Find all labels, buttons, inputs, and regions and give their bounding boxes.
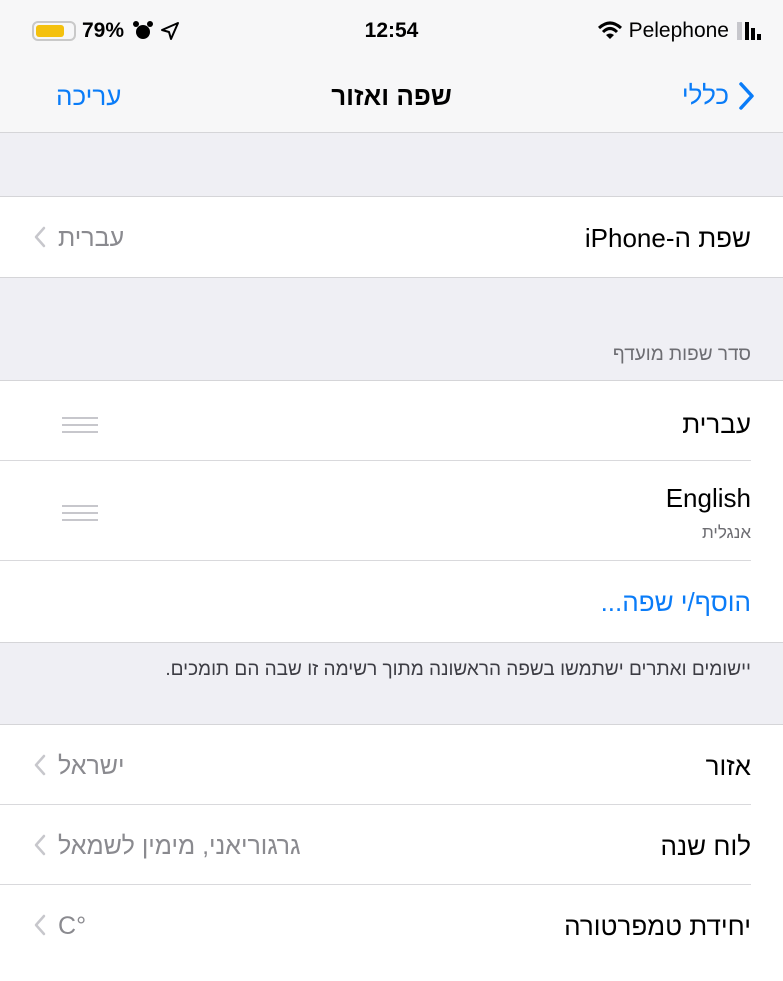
calendar-row[interactable]: לוח שנה גרגוריאני, מימין לשמאל <box>0 805 783 885</box>
iphone-language-value: עברית <box>58 224 125 252</box>
region-value: ישראל <box>58 752 125 780</box>
preferred-languages-group: עברית English אנגלית הוסף/י שפה... <box>0 380 783 643</box>
edit-button[interactable]: עריכה <box>56 81 121 112</box>
temperature-unit-value: °C <box>58 912 87 940</box>
chevron-left-icon <box>34 834 46 856</box>
iphone-language-row[interactable]: שפת ה-iPhone עברית <box>0 197 783 277</box>
wifi-icon <box>597 21 622 39</box>
language-row[interactable]: English אנגלית <box>0 461 783 561</box>
reorder-handle-icon[interactable] <box>62 505 98 521</box>
region-settings-group: אזור ישראל לוח שנה גרגוריאני, מימין לשמא… <box>0 724 783 981</box>
status-right: Pelephone <box>597 19 763 43</box>
temperature-unit-row[interactable]: יחידת טמפרטורה °C <box>0 885 783 965</box>
reorder-handle-icon[interactable] <box>62 417 98 433</box>
region-row[interactable]: אזור ישראל <box>0 725 783 805</box>
calendar-value: גרגוריאני, מימין לשמאל <box>58 832 301 860</box>
language-name: עברית <box>682 409 751 439</box>
language-row[interactable]: עברית <box>0 381 783 461</box>
preferred-order-footer: יישומים ואתרים ישתמשו בשפה הראשונה מתוך … <box>165 659 751 680</box>
temperature-unit-label: יחידת טמפרטורה <box>564 911 751 941</box>
add-language-button[interactable]: הוסף/י שפה... <box>601 587 751 618</box>
iphone-language-label: שפת ה-iPhone <box>584 223 751 253</box>
signal-icon <box>737 22 761 40</box>
navigation-bar: כללי שפה ואזור עריכה <box>0 70 783 133</box>
iphone-language-group: שפת ה-iPhone עברית <box>0 196 783 278</box>
chevron-left-icon <box>34 226 46 248</box>
language-name: English <box>665 483 751 513</box>
chevron-left-icon <box>34 914 46 936</box>
add-language-row[interactable]: הוסף/י שפה... <box>0 561 783 641</box>
carrier-name: Pelephone <box>628 19 729 42</box>
region-label: אזור <box>705 751 751 781</box>
status-bar: 79% 12:54 Pelephone <box>0 0 783 70</box>
calendar-label: לוח שנה <box>660 831 751 861</box>
language-subtitle: אנגלית <box>702 523 751 542</box>
preferred-order-header: סדר שפות מועדף <box>612 344 751 365</box>
chevron-left-icon <box>34 754 46 776</box>
